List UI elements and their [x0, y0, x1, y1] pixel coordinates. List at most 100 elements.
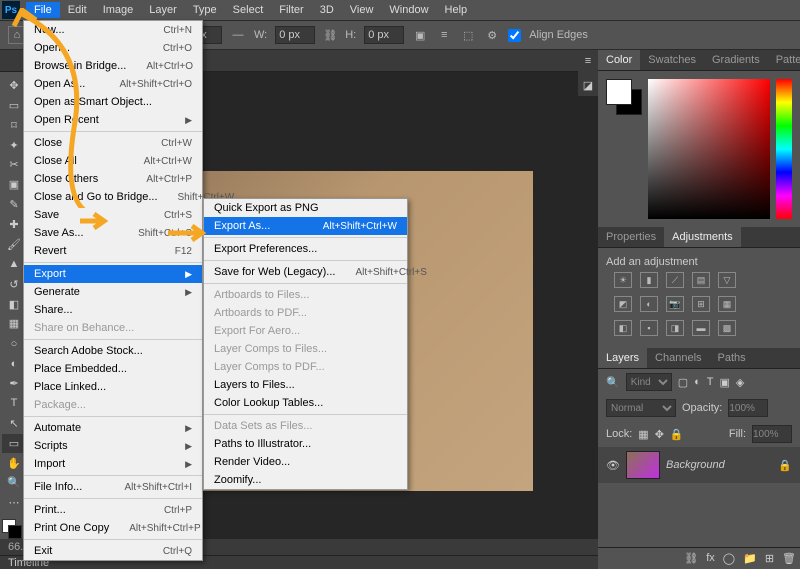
adj-selective-icon[interactable]: ▩ [718, 320, 736, 336]
menuitem-quick-export-as-png[interactable]: Quick Export as PNG [204, 199, 407, 217]
menu-3d[interactable]: 3D [312, 2, 342, 18]
tab-channels[interactable]: Channels [647, 348, 709, 368]
layer-filter-kind[interactable]: Kind [626, 373, 672, 391]
adj-threshold-icon[interactable]: ◨ [666, 320, 684, 336]
adj-vibrance-icon[interactable]: ▽ [718, 272, 736, 288]
menuitem-exit[interactable]: ExitCtrl+Q [24, 542, 202, 560]
filter-shape-icon[interactable]: ▣ [720, 376, 730, 389]
menuitem-automate[interactable]: Automate▶ [24, 419, 202, 437]
menuitem-place-embedded[interactable]: Place Embedded... [24, 360, 202, 378]
menuitem-close-others[interactable]: Close OthersAlt+Ctrl+P [24, 170, 202, 188]
height-input[interactable] [364, 26, 404, 44]
tab-color[interactable]: Color [598, 50, 640, 70]
stroke-style-icon[interactable]: — [230, 27, 246, 43]
adj-levels-icon[interactable]: ▮ [640, 272, 658, 288]
width-input[interactable] [275, 26, 315, 44]
menuitem-print[interactable]: Print...Ctrl+P [24, 501, 202, 519]
tab-gradients[interactable]: Gradients [704, 50, 768, 70]
filter-adj-icon[interactable]: ◐ [694, 376, 701, 388]
adj-photo-filter-icon[interactable]: 📷 [666, 296, 684, 312]
menuitem-open-recent[interactable]: Open Recent▶ [24, 111, 202, 129]
visibility-icon[interactable]: 👁 [606, 459, 620, 472]
menuitem-open-as[interactable]: Open As...Alt+Shift+Ctrl+O [24, 75, 202, 93]
menuitem-print-one-copy[interactable]: Print One CopyAlt+Shift+Ctrl+P [24, 519, 202, 537]
adj-lookup-icon[interactable]: ▦ [718, 296, 736, 312]
menu-image[interactable]: Image [95, 2, 142, 18]
menuitem-scripts[interactable]: Scripts▶ [24, 437, 202, 455]
group-icon[interactable]: 📁 [743, 552, 757, 565]
menu-type[interactable]: Type [185, 2, 225, 18]
menu-window[interactable]: Window [381, 2, 436, 18]
menuitem-render-video[interactable]: Render Video... [204, 453, 407, 471]
menu-filter[interactable]: Filter [271, 2, 311, 18]
tab-swatches[interactable]: Swatches [640, 50, 704, 70]
menuitem-paths-to-illustrator[interactable]: Paths to Illustrator... [204, 435, 407, 453]
menuitem-save[interactable]: SaveCtrl+S [24, 206, 202, 224]
adj-hue-icon[interactable]: ◩ [614, 296, 632, 312]
menuitem-open-as-smart-object[interactable]: Open as Smart Object... [24, 93, 202, 111]
adj-mixer-icon[interactable]: ⊞ [692, 296, 710, 312]
menuitem-export-as[interactable]: Export As...Alt+Shift+Ctrl+W [204, 217, 407, 235]
menuitem-save-as[interactable]: Save As...Shift+Ctrl+S [24, 224, 202, 242]
lock-pixels-icon[interactable]: ▦ [638, 428, 648, 441]
menuitem-import[interactable]: Import▶ [24, 455, 202, 473]
menuitem-file-info[interactable]: File Info...Alt+Shift+Ctrl+I [24, 478, 202, 496]
menuitem-color-lookup-tables[interactable]: Color Lookup Tables... [204, 394, 407, 412]
adj-invert-icon[interactable]: ◧ [614, 320, 632, 336]
menu-layer[interactable]: Layer [141, 2, 185, 18]
adj-brightness-icon[interactable]: ☀ [614, 272, 632, 288]
menuitem-close[interactable]: CloseCtrl+W [24, 134, 202, 152]
settings-icon[interactable]: ⚙ [484, 27, 500, 43]
tab-paths[interactable]: Paths [710, 348, 754, 368]
search-icon[interactable]: 🔍 [606, 376, 620, 389]
menuitem-close-all[interactable]: Close AllAlt+Ctrl+W [24, 152, 202, 170]
color-spectrum[interactable] [648, 79, 770, 219]
fx-icon[interactable]: fx [706, 552, 715, 565]
menuitem-save-for-web-legacy[interactable]: Save for Web (Legacy)...Alt+Shift+Ctrl+S [204, 263, 407, 281]
menuitem-search-adobe-stock[interactable]: Search Adobe Stock... [24, 342, 202, 360]
fill-input[interactable] [752, 425, 792, 443]
filter-pixel-icon[interactable]: ▢ [678, 376, 688, 389]
lock-position-icon[interactable]: ✥ [655, 428, 664, 441]
filter-smart-icon[interactable]: ◈ [736, 376, 744, 389]
menuitem-revert[interactable]: RevertF12 [24, 242, 202, 260]
menu-select[interactable]: Select [225, 2, 272, 18]
menuitem-generate[interactable]: Generate▶ [24, 283, 202, 301]
mask-icon[interactable]: ◯ [723, 552, 735, 565]
link-layers-icon[interactable]: ⛓ [684, 552, 698, 565]
align-edges-checkbox[interactable] [508, 29, 521, 42]
new-layer-icon[interactable]: ⊞ [765, 552, 774, 565]
menuitem-open[interactable]: Open...Ctrl+O [24, 39, 202, 57]
menuitem-export-preferences[interactable]: Export Preferences... [204, 240, 407, 258]
path-ops-icon[interactable]: ▣ [412, 27, 428, 43]
adj-exposure-icon[interactable]: ▤ [692, 272, 710, 288]
tab-properties[interactable]: Properties [598, 227, 664, 247]
menuitem-layers-to-files[interactable]: Layers to Files... [204, 376, 407, 394]
layer-thumbnail[interactable] [626, 451, 660, 479]
menuitem-close-and-go-to-bridge[interactable]: Close and Go to Bridge...Shift+Ctrl+W [24, 188, 202, 206]
tab-adjustments[interactable]: Adjustments [664, 227, 741, 247]
hue-slider[interactable] [776, 79, 792, 219]
tab-patterns[interactable]: Patterns [768, 50, 800, 70]
menu-view[interactable]: View [342, 2, 382, 18]
menuitem-browse-in-bridge[interactable]: Browse in Bridge...Alt+Ctrl+O [24, 57, 202, 75]
adj-gradient-icon[interactable]: ▬ [692, 320, 710, 336]
filter-type-icon[interactable]: T [707, 376, 714, 388]
fg-bg-swatches[interactable] [606, 79, 642, 115]
path-arrange-icon[interactable]: ⬚ [460, 27, 476, 43]
delete-layer-icon[interactable]: 🗑 [782, 552, 796, 565]
menuitem-share[interactable]: Share... [24, 301, 202, 319]
menuitem-place-linked[interactable]: Place Linked... [24, 378, 202, 396]
path-align-icon[interactable]: ≡ [436, 27, 452, 43]
adj-curves-icon[interactable]: ⟋ [666, 272, 684, 288]
blend-mode-select[interactable]: Normal [606, 399, 676, 417]
lock-all-icon[interactable]: 🔒 [670, 428, 684, 441]
opacity-input[interactable] [728, 399, 768, 417]
layer-row[interactable]: 👁 Background 🔒 [598, 447, 800, 483]
link-icon[interactable]: ⛓ [323, 29, 337, 42]
menuitem-zoomify[interactable]: Zoomify... [204, 471, 407, 489]
tab-layers[interactable]: Layers [598, 348, 647, 368]
menu-edit[interactable]: Edit [60, 2, 95, 18]
dock-icon-1[interactable]: ≡ [585, 55, 591, 67]
menu-help[interactable]: Help [437, 2, 476, 18]
